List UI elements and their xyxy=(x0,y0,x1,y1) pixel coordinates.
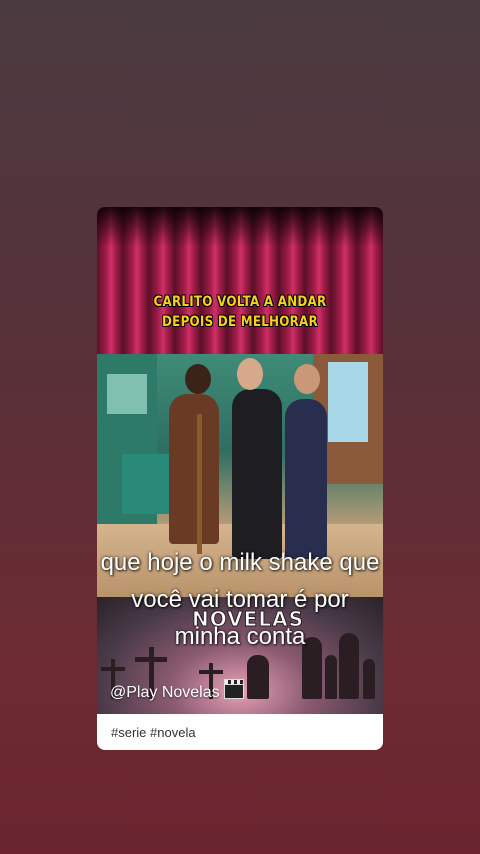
person-right xyxy=(285,399,327,559)
headline-line-1: CARLITO VOLTA A ANDAR xyxy=(153,294,327,310)
subtitle-line-2: você vai tomar é por xyxy=(131,586,349,613)
account-label[interactable]: @Play Novelas xyxy=(110,679,244,702)
story-post-card[interactable]: CARLITO VOLTA A ANDAR DEPOIS DE MELHORAR… xyxy=(97,207,383,750)
caption-bar: #serie #novela xyxy=(97,714,383,750)
headline-line-2: DEPOIS DE MELHORAR xyxy=(162,314,318,330)
person-center xyxy=(232,389,282,559)
account-label-text: @Play Novelas xyxy=(110,684,220,701)
video-subtitle: que hoje o milk shake que você vai tomar… xyxy=(60,544,420,655)
subtitle-line-3: minha conta xyxy=(174,623,306,650)
hashtags[interactable]: #serie #novela xyxy=(111,725,196,740)
person-with-crutch xyxy=(169,394,219,544)
post-headline: CARLITO VOLTA A ANDAR DEPOIS DE MELHORAR xyxy=(118,292,361,332)
clapperboard-icon xyxy=(223,679,244,699)
subtitle-line-1: que hoje o milk shake que xyxy=(100,549,380,576)
crutch xyxy=(197,414,202,554)
